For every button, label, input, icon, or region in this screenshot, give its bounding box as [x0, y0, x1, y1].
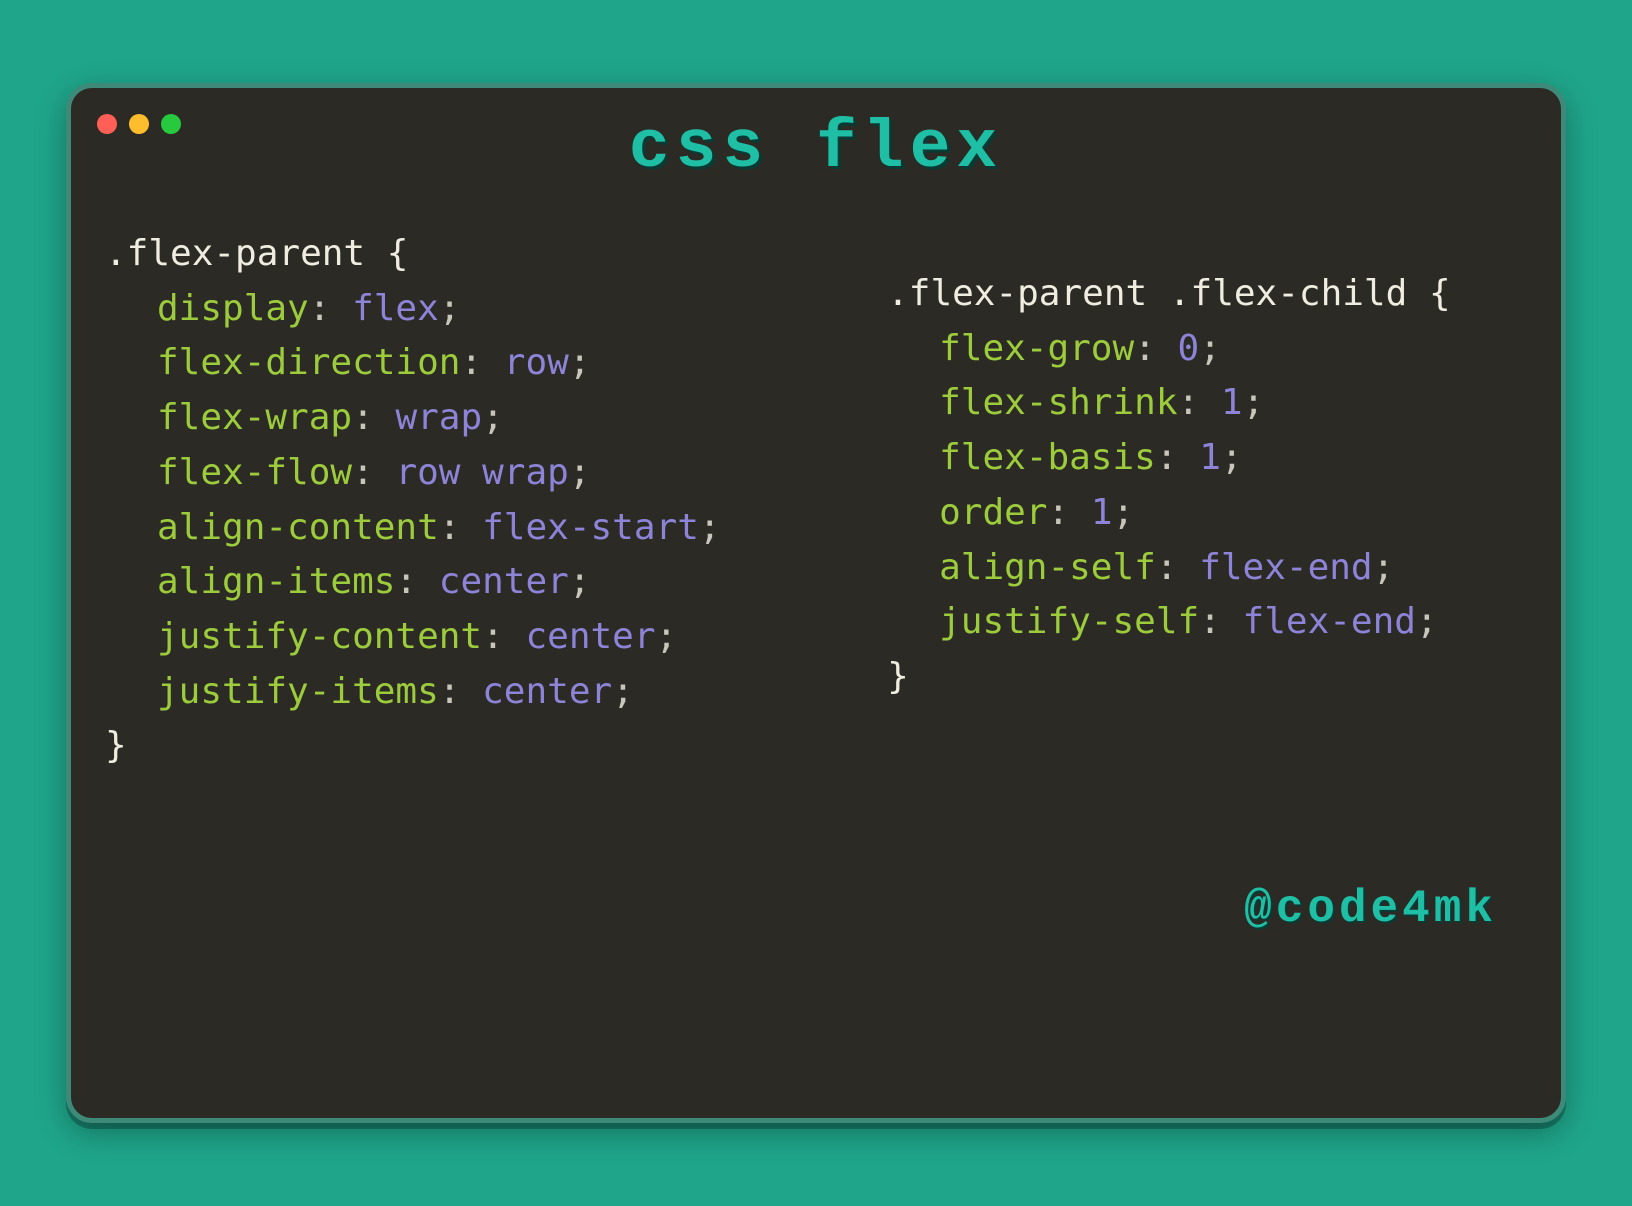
css-value: 0	[1178, 328, 1200, 369]
colon: :	[1156, 437, 1199, 478]
colon: :	[439, 507, 482, 548]
brace-close: }	[887, 650, 1527, 705]
css-value: 1	[1221, 382, 1243, 423]
css-declaration: flex-direction: row;	[105, 336, 887, 391]
colon: :	[309, 288, 352, 329]
css-property: order	[939, 492, 1047, 533]
semicolon: ;	[612, 671, 634, 712]
brace-close: }	[105, 719, 887, 774]
css-declaration: flex-wrap: wrap;	[105, 391, 887, 446]
css-declaration: display: flex;	[105, 282, 887, 337]
traffic-lights	[97, 114, 181, 134]
semicolon: ;	[482, 397, 504, 438]
css-value: 1	[1199, 437, 1221, 478]
semicolon: ;	[1243, 382, 1265, 423]
colon: :	[1156, 547, 1199, 588]
css-property: display	[157, 288, 309, 329]
css-property: flex-shrink	[939, 382, 1177, 423]
css-property: align-self	[939, 547, 1156, 588]
colon: :	[1047, 492, 1090, 533]
css-property: align-items	[157, 561, 395, 602]
css-declaration: align-items: center;	[105, 555, 887, 610]
css-declaration: justify-items: center;	[105, 665, 887, 720]
code-window: css flex .flex-parent { display: flex;fl…	[66, 83, 1566, 1123]
css-declaration: align-content: flex-start;	[105, 501, 887, 556]
colon: :	[1199, 601, 1242, 642]
css-value: flex-start	[482, 507, 699, 548]
css-property: justify-self	[939, 601, 1199, 642]
semicolon: ;	[569, 342, 591, 383]
css-declaration: order: 1;	[887, 486, 1527, 541]
colon: :	[1134, 328, 1177, 369]
css-property: flex-direction	[157, 342, 460, 383]
window-title: css flex	[95, 110, 1537, 187]
css-declaration: flex-basis: 1;	[887, 431, 1527, 486]
semicolon: ;	[1199, 328, 1221, 369]
css-property: justify-content	[157, 616, 482, 657]
author-credit: @code4mk	[1244, 883, 1497, 935]
zoom-icon	[161, 114, 181, 134]
semicolon: ;	[656, 616, 678, 657]
semicolon: ;	[1113, 492, 1135, 533]
css-value: row	[504, 342, 569, 383]
css-value: row wrap	[395, 452, 568, 493]
semicolon: ;	[569, 561, 591, 602]
css-property: align-content	[157, 507, 439, 548]
css-value: center	[482, 671, 612, 712]
colon: :	[1178, 382, 1221, 423]
css-declaration: flex-flow: row wrap;	[105, 446, 887, 501]
css-declaration: align-self: flex-end;	[887, 541, 1527, 596]
colon: :	[460, 342, 503, 383]
css-value: center	[525, 616, 655, 657]
colon: :	[439, 671, 482, 712]
semicolon: ;	[569, 452, 591, 493]
selector-child: .flex-parent .flex-child {	[887, 267, 1527, 322]
semicolon: ;	[699, 507, 721, 548]
colon: :	[352, 452, 395, 493]
selector-parent: .flex-parent {	[105, 227, 887, 282]
css-declaration: justify-self: flex-end;	[887, 595, 1527, 650]
css-property: flex-flow	[157, 452, 352, 493]
colon: :	[395, 561, 438, 602]
minimize-icon	[129, 114, 149, 134]
css-value: 1	[1091, 492, 1113, 533]
close-icon	[97, 114, 117, 134]
semicolon: ;	[1373, 547, 1395, 588]
colon: :	[482, 616, 525, 657]
css-value: flex	[352, 288, 439, 329]
css-value: wrap	[395, 397, 482, 438]
css-declaration: flex-shrink: 1;	[887, 376, 1527, 431]
css-value: flex-end	[1199, 547, 1372, 588]
css-property: flex-grow	[939, 328, 1134, 369]
colon: :	[352, 397, 395, 438]
css-property: flex-wrap	[157, 397, 352, 438]
css-declaration: justify-content: center;	[105, 610, 887, 665]
code-columns: .flex-parent { display: flex;flex-direct…	[95, 227, 1537, 774]
semicolon: ;	[439, 288, 461, 329]
css-property: justify-items	[157, 671, 439, 712]
code-block-parent: .flex-parent { display: flex;flex-direct…	[105, 227, 887, 774]
css-value: flex-end	[1243, 601, 1416, 642]
css-property: flex-basis	[939, 437, 1156, 478]
css-declaration: flex-grow: 0;	[887, 322, 1527, 377]
css-value: center	[439, 561, 569, 602]
code-block-child: .flex-parent .flex-child { flex-grow: 0;…	[887, 227, 1527, 705]
semicolon: ;	[1221, 437, 1243, 478]
semicolon: ;	[1416, 601, 1438, 642]
